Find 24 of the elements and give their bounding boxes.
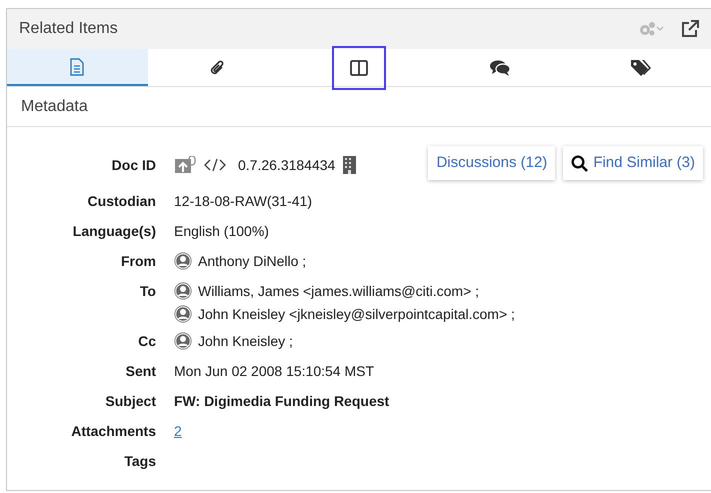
- field-value: English (100%): [174, 223, 269, 239]
- action-button[interactable]: Find Similar (3): [563, 146, 703, 180]
- field-label: Language(s): [72, 222, 156, 241]
- section-title: Metadata: [21, 96, 88, 116]
- field-value: 12-18-08-RAW(31-41): [174, 193, 312, 209]
- panel-title: Related Items: [19, 19, 118, 39]
- field-label: To: [138, 282, 156, 301]
- subject-text: FW: Digimedia Funding Request: [174, 393, 390, 409]
- field-label: Cc: [137, 332, 156, 351]
- person-name: Anthony DiNello ;: [198, 252, 306, 270]
- field-label: Doc ID: [110, 156, 156, 175]
- field-label: Subject: [104, 392, 156, 411]
- action-button[interactable]: Discussions (12): [428, 146, 556, 180]
- doc-id: 0.7.26.3184434: [238, 156, 336, 175]
- field-label: Attachments: [70, 422, 156, 441]
- person-name: Williams, James <james.williams@citi.com> ;: [198, 282, 480, 300]
- field-label: Custodian: [86, 192, 156, 211]
- attachments-link[interactable]: 2: [174, 423, 182, 439]
- person-name: John Kneisley <jkneisley@silverpointcapital.com> ;: [198, 304, 515, 324]
- field-label: Sent: [124, 362, 156, 381]
- field-label: From: [120, 252, 156, 271]
- field-label: Tags: [123, 452, 156, 471]
- field-value: Mon Jun 02 2008 15:10:54 MST: [174, 363, 374, 379]
- person-name: John Kneisley ;: [198, 332, 293, 350]
